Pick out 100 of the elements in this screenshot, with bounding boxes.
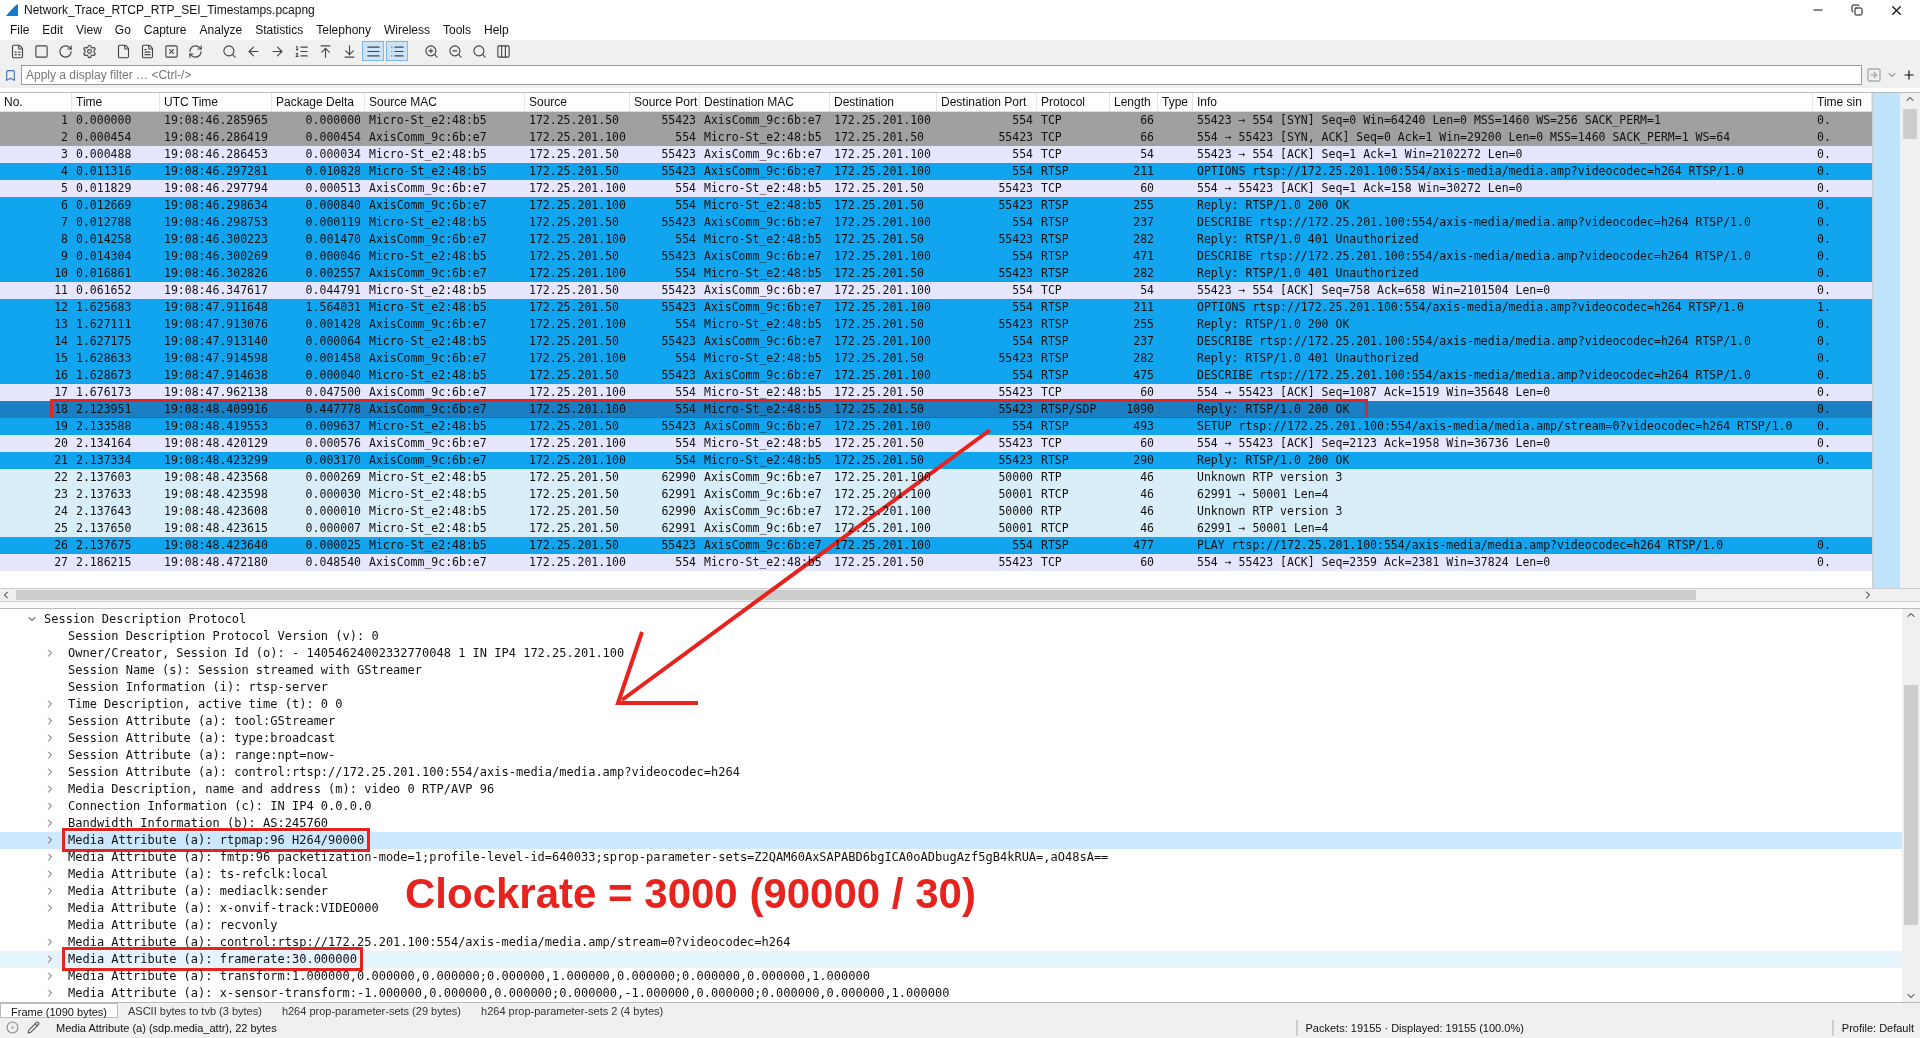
menu-item[interactable]: Analyze xyxy=(193,21,249,40)
packet-row[interactable]: 1 0.000000 19:08:46.285965 0.000000 Micro-St_e2:48:b5 172.25.201.50 55423 AxisComm_9c:6b:e7 172.25.201.100 554 TCP 66 55423 → 554 [SYN] Seq=0 Win=64240 Len=0 MSS=1460 WS=256 SACK_PERM=1 0. xyxy=(0,112,1872,130)
mac-cell-text: AxisComm_9c:6b:e7 xyxy=(368,265,488,283)
time-cell-text: 0. xyxy=(1816,418,1832,436)
menu-item[interactable]: Edit xyxy=(36,21,70,40)
bookmark-icon[interactable] xyxy=(4,68,17,82)
menu-item[interactable]: Help xyxy=(478,21,515,40)
column-header[interactable]: Package Delta xyxy=(272,93,365,112)
column-header[interactable]: Protocol xyxy=(1037,93,1110,112)
menu-item[interactable]: Capture xyxy=(137,21,193,40)
column-header[interactable]: No. xyxy=(0,93,72,112)
tab[interactable]: ASCII bytes to tvb (3 bytes) xyxy=(118,1002,272,1018)
filter-field[interactable]: Apply a display filter … <Ctrl-/> xyxy=(21,65,1862,86)
packet-row[interactable]: 13 1.627111 19:08:47.913076 0.001428 AxisComm_9c:6b:e7 172.25.201.100 554 Micro-St_e2:48:b5 172.25.201.50 55423 RTSP 255 Reply: RTSP/1.0 200 OK 0. xyxy=(0,316,1872,334)
tree-item[interactable]: Media Attribute (a): rtpmap:96 H264/90000 xyxy=(0,831,1902,849)
ip-cell-text: 172.25.201.50 xyxy=(528,214,620,232)
column-header[interactable]: Source Port xyxy=(630,93,700,112)
scrollbar-thumb[interactable] xyxy=(1903,109,1917,140)
tree-item[interactable]: Session Attribute (a): tool:GStreamer xyxy=(0,712,342,730)
packet-row[interactable]: 11 0.061652 19:08:46.347617 0.044791 Micro-St_e2:48:b5 172.25.201.50 55423 AxisComm_9c:6b:e7 172.25.201.100 554 TCP 54 55423 → 554 [ACK] Seq=758 Ack=658 Win=2101504 Len=0 0. xyxy=(0,282,1872,300)
column-header[interactable]: Source xyxy=(525,93,630,112)
packet-row[interactable]: 20 2.134164 19:08:48.420129 0.000576 AxisComm_9c:6b:e7 172.25.201.100 554 Micro-St_e2:48:b5 172.25.201.50 55423 TCP 60 554 → 55423 [ACK] Seq=2123 Ack=1958 Win=36736 Len=0 0. xyxy=(0,435,1872,453)
vertical-scrollbar[interactable] xyxy=(1902,608,1920,1002)
autoscroll-icon[interactable] xyxy=(362,41,384,62)
packet-row[interactable]: 3 0.000488 19:08:46.286453 0.000034 Micro-St_e2:48:b5 172.25.201.50 55423 AxisComm_9c:6b:e7 172.25.201.100 554 TCP 54 55423 → 554 [ACK] Seq=1 Ack=1 Win=2102272 Len=0 0. xyxy=(0,146,1872,164)
tab[interactable]: h264 prop-parameter-sets (29 bytes) xyxy=(271,1002,472,1018)
column-header[interactable]: Destination MAC xyxy=(700,93,830,112)
tree-item[interactable]: Session Attribute (a): control:rtsp://172.25.201.100:554/axis-media/media.amp?videocodec=h264 xyxy=(0,763,746,781)
menu-item[interactable]: View xyxy=(70,21,108,40)
menu-item[interactable]: Wireless xyxy=(378,21,436,40)
length-cell-text: 237 xyxy=(1132,333,1155,351)
column-header[interactable]: UTC Time xyxy=(160,93,272,112)
tree-item[interactable]: Media Attribute (a): control:rtsp://172.25.201.100:554/axis-media/media.amp/stream=0?videocodec=h264 xyxy=(0,933,797,951)
menu-item[interactable]: Go xyxy=(108,21,137,40)
menu-item[interactable]: Telephony xyxy=(310,21,377,40)
port-cell-text: 554 xyxy=(1011,537,1034,555)
tree-item[interactable]: Owner/Creator, Session Id (o): - 14054624002332770048 1 IN IP4 172.25.201.100 xyxy=(0,644,631,662)
menu-item[interactable]: Tools xyxy=(437,21,477,40)
utc-time-cell-text: 19:08:47.962138 xyxy=(163,384,269,402)
tree-item[interactable]: Connection Information (c): IN IP4 0.0.0.0 xyxy=(0,797,378,815)
column-header[interactable]: Type xyxy=(1158,93,1193,112)
packet-row[interactable]: 2 0.000454 19:08:46.286419 0.000454 AxisComm_9c:6b:e7 172.25.201.100 554 Micro-St_e2:48:b5 172.25.201.50 55423 TCP 66 554 → 55423 [SYN, ACK] Seq=0 Ack=1 Win=29200 Len=0 MSS=1460 SACK_PERM=1 WS=64 0. xyxy=(0,129,1872,147)
horizontal-scrollbar[interactable] xyxy=(0,588,1920,603)
packet-row[interactable]: 5 0.011829 19:08:46.297794 0.000513 AxisComm_9c:6b:e7 172.25.201.100 554 Micro-St_e2:48:b5 172.25.201.50 55423 TCP 60 554 → 55423 [ACK] Seq=1 Ack=158 Win=30272 Len=0 0. xyxy=(0,180,1872,198)
tree-item[interactable]: Session Description Protocol xyxy=(0,610,1902,628)
scrollbar-thumb[interactable] xyxy=(16,590,1696,601)
scrollbar-thumb[interactable] xyxy=(1904,685,1918,926)
tree-item[interactable]: Media Attribute (a): transform:1.000000,0.000000,0.000000;0.000000,1.000000,0.000000;0.000000,0.000000,1.000000 xyxy=(0,967,876,985)
ip-cell-text: 172.25.201.50 xyxy=(833,401,925,419)
column-header[interactable]: Destination xyxy=(830,93,937,112)
tree-item[interactable]: Media Attribute (a): x-sensor-transform:-1.000000,0.000000,0.000000;0.000000,-1.000000,0.000000;0.000000,0.000000,1.000000 xyxy=(0,984,956,1002)
mac-cell-text: Micro-St_e2:48:b5 xyxy=(703,401,823,419)
info-cell-text: DESCRIBE rtsp://172.25.201.100:554/axis-media/media.amp?videocodec=h264 RTSP/1.0 xyxy=(1196,248,1752,266)
tree-item[interactable]: Session Name (s): Session streamed with GStreamer xyxy=(0,661,428,679)
restore-icon[interactable] xyxy=(1851,4,1863,17)
time-cell-text: 0. xyxy=(1816,248,1832,266)
packet-row[interactable]: 8 0.014258 19:08:46.300223 0.001470 AxisComm_9c:6b:e7 172.25.201.100 554 Micro-St_e2:48:b5 172.25.201.50 55423 RTSP 282 Reply: RTSP/1.0 401 Unauthorized 0. xyxy=(0,231,1872,249)
tree-item[interactable]: Bandwidth Information (b): AS:245760 xyxy=(0,814,335,832)
tree-item[interactable]: Session Information (i): rtsp-server xyxy=(0,678,335,696)
tree-item[interactable]: Media Attribute (a): framerate:30.000000 xyxy=(0,950,1902,968)
tab[interactable]: h264 prop-parameter-sets 2 (4 bytes) xyxy=(471,1002,674,1018)
vertical-scrollbar[interactable] xyxy=(1900,93,1920,589)
tree-item[interactable]: Media Attribute (a): fmtp:96 packetization-mode=1;profile-level-id=640033;sprop-parameter-sets=Z2QAM60AxSAPABD6bgICA0oADbugAzf5gB4kRUA=,aO48sA== xyxy=(0,848,1115,866)
packet-row[interactable] xyxy=(0,163,1872,181)
column-header[interactable]: Length xyxy=(1110,93,1158,112)
tab[interactable]: Frame (1090 bytes) xyxy=(0,1002,118,1018)
column-header[interactable]: Source MAC xyxy=(365,93,525,112)
status-indicator-icon[interactable] xyxy=(6,1021,19,1035)
delta-cell-text: 0.447778 xyxy=(304,401,362,419)
pencil-icon[interactable] xyxy=(27,1021,40,1035)
mac-cell-text: Micro-St_e2:48:b5 xyxy=(368,469,488,487)
menu-item[interactable]: File xyxy=(4,21,36,40)
packet-row[interactable]: 26 2.137675 19:08:48.423640 0.000025 Micro-St_e2:48:b5 172.25.201.50 55423 AxisComm_9c:6b:e7 172.25.201.100 554 RTSP 477 PLAY rtsp://172.25.201.100:554/axis-media/media.amp?videocodec=h264 RTSP/1.0 0. xyxy=(0,537,1872,555)
packet-row[interactable]: 21 2.137334 19:08:48.423299 0.003170 AxisComm_9c:6b:e7 172.25.201.100 554 Micro-St_e2:48:b5 172.25.201.50 55423 RTSP 290 Reply: RTSP/1.0 200 OK 0. xyxy=(0,452,1872,470)
column-header[interactable]: Info xyxy=(1193,93,1813,112)
packet-number: 5 xyxy=(60,180,69,198)
tree-item[interactable]: Session Attribute (a): range:npt=now- xyxy=(0,746,342,764)
tree-item[interactable]: Session Attribute (a): type:broadcast xyxy=(0,729,342,747)
packet-row[interactable]: 17 1.676173 19:08:47.962138 0.047500 AxisComm_9c:6b:e7 172.25.201.100 554 Micro-St_e2:48:b5 172.25.201.50 55423 TCP 60 554 → 55423 [ACK] Seq=1087 Ack=1519 Win=35648 Len=0 0. xyxy=(0,384,1872,402)
tree-item[interactable]: Time Description, active time (t): 0 0 xyxy=(0,695,349,713)
tree-item[interactable]: Media Attribute (a): recvonly xyxy=(0,916,284,934)
column-header[interactable]: Time xyxy=(72,93,160,112)
menu-item[interactable]: Statistics xyxy=(249,21,310,40)
column-header[interactable]: Destination Port xyxy=(937,93,1037,112)
packet-row[interactable]: 15 1.628633 19:08:47.914598 0.001458 AxisComm_9c:6b:e7 172.25.201.100 554 Micro-St_e2:48:b5 172.25.201.50 55423 RTSP 282 Reply: RTSP/1.0 401 Unauthorized 0. xyxy=(0,350,1872,368)
packet-row[interactable] xyxy=(0,367,1872,385)
packet-row[interactable] xyxy=(0,418,1872,436)
tree-item[interactable]: Media Attribute (a): x-onvif-track:VIDEO000 xyxy=(0,899,385,917)
tree-item[interactable]: Media Description, name and address (m): video 0 RTP/AVP 96 xyxy=(0,780,501,798)
profile-label[interactable]: Profile: Default xyxy=(1831,1019,1914,1037)
add-button-icon[interactable] xyxy=(1902,68,1916,83)
tree-item[interactable]: Media Attribute (a): ts-refclk:local xyxy=(0,865,335,883)
packet-row[interactable] xyxy=(0,299,1872,317)
delta-cell-text: 0.000040 xyxy=(304,367,362,385)
tree-item[interactable]: Media Attribute (a): mediaclk:sender xyxy=(0,882,335,900)
packet-row[interactable]: 18 2.123951 19:08:48.409916 0.447778 AxisComm_9c:6b:e7 172.25.201.100 554 Micro-St_e2:48:b5 172.25.201.50 55423 RTSP/SDP 1090 Reply: RTSP/1.0 200 OK 0. xyxy=(0,401,1872,419)
tree-item[interactable]: Session Description Protocol Version (v): 0 xyxy=(0,627,385,645)
colorize-icon[interactable] xyxy=(386,41,408,62)
packet-row[interactable]: 10 0.016861 19:08:46.302826 0.002557 AxisComm_9c:6b:e7 172.25.201.100 554 Micro-St_e2:48:b5 172.25.201.50 55423 RTSP 282 Reply: RTSP/1.0 401 Unauthorized 0. xyxy=(0,265,1872,283)
packet-row[interactable]: 6 0.012669 19:08:46.298634 0.000840 AxisComm_9c:6b:e7 172.25.201.100 554 Micro-St_e2:48:b5 172.25.201.50 55423 RTSP 255 Reply: RTSP/1.0 200 OK 0. xyxy=(0,197,1872,215)
